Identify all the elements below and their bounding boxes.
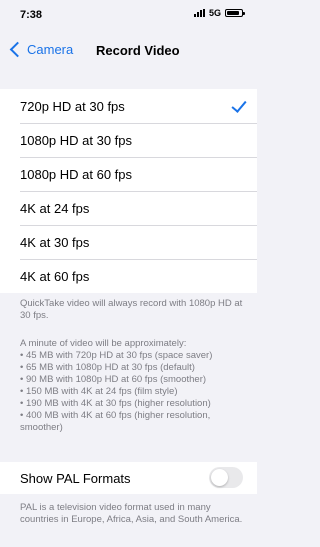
battery-icon	[225, 9, 245, 17]
status-indicators: 5G	[193, 8, 245, 18]
nav-bar: Camera Record Video	[0, 32, 257, 72]
chevron-left-icon	[9, 41, 26, 58]
signal-icon	[193, 9, 205, 17]
option-label: 720p HD at 30 fps	[20, 98, 125, 114]
size-estimates: A minute of video will be approximately:…	[20, 338, 244, 434]
page-title: Record Video	[96, 43, 180, 58]
toggle-knob	[211, 469, 228, 486]
option-4k-30[interactable]: 4K at 30 fps	[0, 225, 257, 259]
network-label: 5G	[208, 8, 221, 18]
size-item: • 90 MB with 1080p HD at 60 fps (smoothe…	[20, 374, 207, 385]
quicktake-note: QuickTake video will always record with …	[20, 298, 243, 321]
option-1080p-30[interactable]: 1080p HD at 30 fps	[0, 123, 257, 157]
option-4k-60[interactable]: 4K at 60 fps	[0, 259, 257, 293]
option-label: 1080p HD at 60 fps	[20, 166, 133, 182]
option-4k-24[interactable]: 4K at 24 fps	[0, 191, 257, 225]
status-time: 7:38	[20, 9, 43, 21]
pal-row: Show PAL Formats	[0, 462, 257, 494]
size-item: • 45 MB with 720p HD at 30 fps (space sa…	[20, 350, 213, 361]
option-720p-30[interactable]: 720p HD at 30 fps	[0, 89, 257, 123]
back-label: Camera	[27, 42, 74, 57]
pal-toggle[interactable]	[209, 467, 243, 488]
status-bar: 7:38 5G	[0, 0, 257, 26]
pal-group: Show PAL Formats	[0, 462, 257, 494]
pal-description: PAL is a television video format used in…	[20, 502, 243, 525]
option-label: 4K at 30 fps	[20, 234, 90, 250]
checkmark-icon	[231, 97, 247, 113]
size-item: • 190 MB with 4K at 30 fps (higher resol…	[20, 398, 211, 409]
size-item: • 400 MB with 4K at 60 fps (higher resol…	[20, 410, 211, 433]
resolution-options: 720p HD at 30 fps 1080p HD at 30 fps 108…	[0, 89, 257, 293]
option-label: 1080p HD at 30 fps	[20, 132, 133, 148]
size-item: • 150 MB with 4K at 24 fps (film style)	[20, 386, 178, 397]
option-label: 4K at 60 fps	[20, 268, 90, 284]
option-label: 4K at 24 fps	[20, 200, 90, 216]
option-1080p-60[interactable]: 1080p HD at 60 fps	[0, 157, 257, 191]
size-intro: A minute of video will be approximately:	[20, 338, 187, 349]
pal-label: Show PAL Formats	[20, 470, 131, 486]
back-button[interactable]: Camera	[6, 41, 74, 58]
size-item: • 65 MB with 1080p HD at 30 fps (default…	[20, 362, 195, 373]
